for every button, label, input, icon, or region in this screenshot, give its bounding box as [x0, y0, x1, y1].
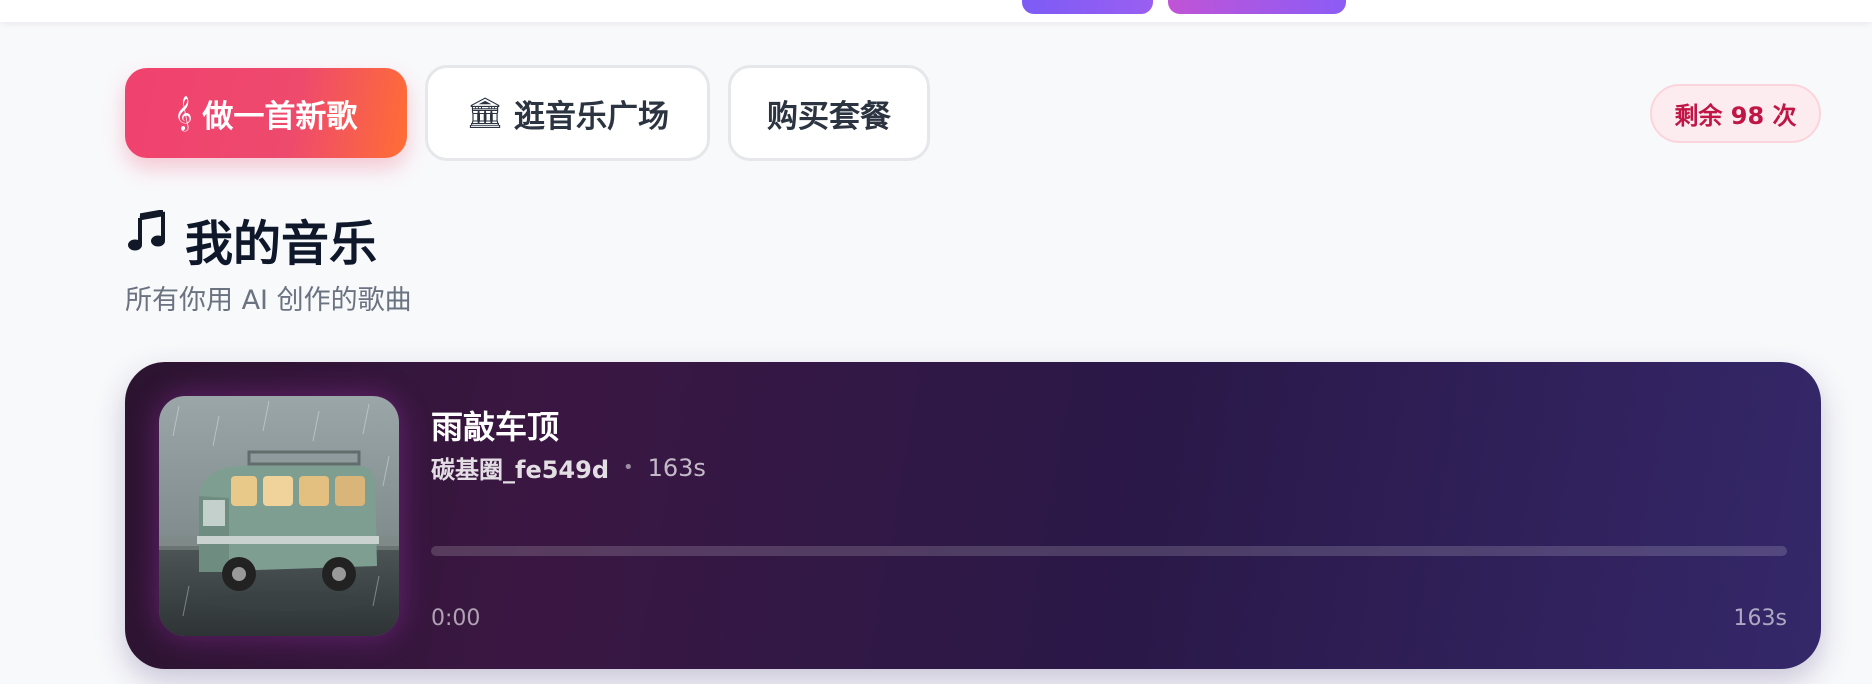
song-duration: 163s — [647, 453, 706, 482]
treble-clef-icon: 𝄞 — [174, 95, 193, 131]
song-author: 碳基圈_fe549d — [431, 456, 609, 484]
create-song-label: 做一首新歌 — [202, 98, 358, 135]
page-title-text: 我的音乐 — [185, 216, 378, 272]
buy-plan-button[interactable]: 购买套餐 — [728, 65, 930, 161]
music-plaza-button[interactable]: 🏛 逛音乐广场 — [425, 65, 710, 161]
create-song-button[interactable]: 𝄞 做一首新歌 — [125, 68, 407, 158]
top-nav-button-partial-2[interactable] — [1168, 0, 1346, 14]
music-notes-icon — [125, 209, 171, 268]
buy-plan-label: 购买套餐 — [767, 98, 891, 135]
remaining-quota-badge: 剩余 98 次 — [1650, 84, 1821, 143]
meta-separator: • — [623, 457, 634, 478]
page-subtitle: 所有你用 AI 创作的歌曲 — [125, 285, 412, 316]
total-time: 163s — [1733, 606, 1787, 631]
classical-building-icon: 🏛 — [465, 95, 505, 131]
page-title: 我的音乐 — [125, 204, 377, 274]
song-title: 雨敲车顶 — [431, 408, 560, 446]
top-navigation-bar — [0, 0, 1872, 22]
song-meta: 碳基圈_fe549d • 163s — [431, 450, 706, 485]
song-cover-image[interactable] — [159, 396, 399, 636]
song-progress-bar[interactable] — [431, 546, 1787, 556]
music-plaza-label: 逛音乐广场 — [514, 98, 670, 135]
song-card[interactable]: 雨敲车顶 碳基圈_fe549d • 163s 0:00 163s — [125, 362, 1821, 669]
current-time: 0:00 — [431, 606, 481, 631]
action-bar: 𝄞 做一首新歌 🏛 逛音乐广场 购买套餐 — [125, 65, 930, 161]
top-nav-button-partial[interactable] — [1022, 0, 1153, 14]
camper-van-in-rain-image — [159, 396, 399, 636]
